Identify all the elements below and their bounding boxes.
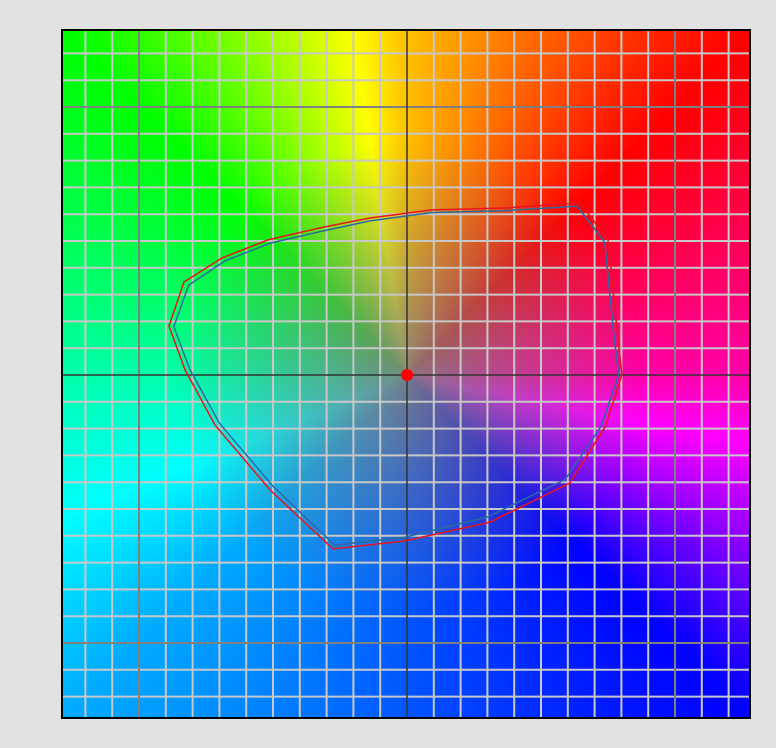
gamut-plot — [61, 29, 751, 719]
plot-overlay — [63, 31, 749, 717]
gamut-outline-red — [168, 202, 623, 550]
white-point-marker — [401, 369, 413, 381]
